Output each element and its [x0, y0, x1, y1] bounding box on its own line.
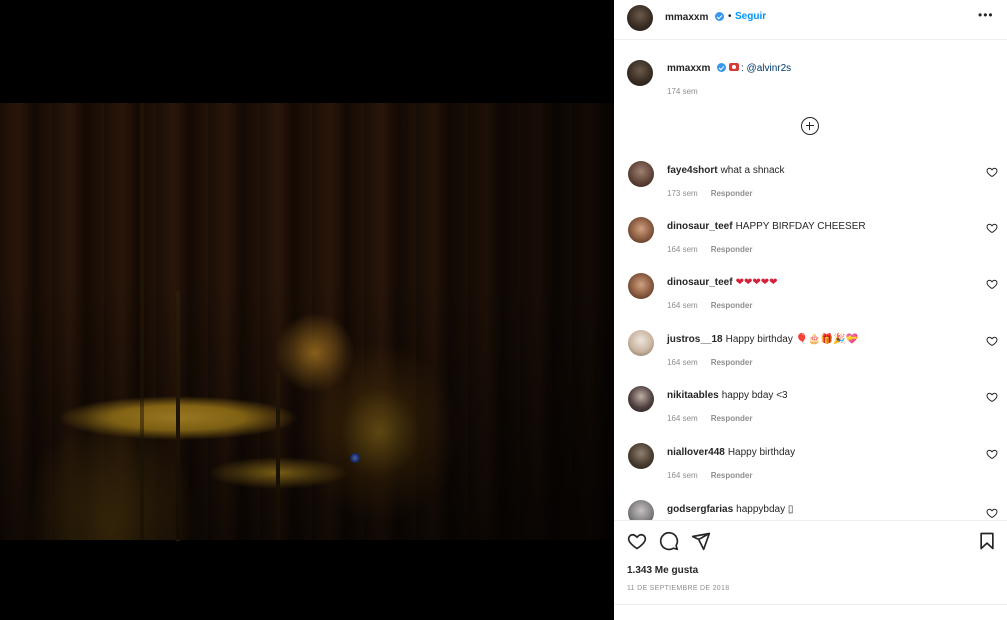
- commenter-avatar[interactable]: [628, 500, 654, 520]
- commenter-username[interactable]: nikitaables: [667, 390, 719, 401]
- post-photo: [0, 103, 614, 541]
- commenter-avatar[interactable]: [628, 161, 654, 187]
- comment-text: happybday ▯: [736, 504, 794, 515]
- like-heart-icon[interactable]: [627, 531, 647, 551]
- commenter-username[interactable]: dinosaur_teef: [667, 221, 733, 232]
- commenter-username[interactable]: niallover448: [667, 447, 725, 458]
- add-circle-icon[interactable]: [801, 117, 819, 135]
- separator-dot: •: [728, 11, 732, 22]
- comment-text: ❤❤❤❤❤: [735, 277, 778, 288]
- camera-emoji-icon: [729, 63, 739, 71]
- heart-icon[interactable]: [986, 335, 998, 347]
- comment-text: Happy birthday 🎈🎂🎁🎉💝: [725, 334, 858, 345]
- reply-button[interactable]: Responder: [711, 189, 753, 198]
- more-icon[interactable]: •••: [978, 8, 994, 22]
- post-side-panel: mmaxxm • Seguir ••• mmaxxm : @alvinr2s 1…: [614, 0, 1007, 620]
- post-header: mmaxxm • Seguir •••: [614, 0, 1007, 40]
- comment-item: godsergfarias happybday ▯: [614, 500, 1007, 520]
- commenter-avatar[interactable]: [628, 273, 654, 299]
- comment-text: what a shnack: [720, 165, 785, 176]
- comment-time[interactable]: 164 sem: [667, 301, 698, 310]
- heart-icon[interactable]: [986, 278, 998, 290]
- comment-text: Happy birthday: [727, 447, 796, 458]
- heart-icon[interactable]: [986, 391, 998, 403]
- caption-time[interactable]: 174 sem: [667, 87, 698, 96]
- comment-item: dinosaur_teef HAPPY BIRFDAY CHEESER 164 s…: [614, 217, 1007, 273]
- heart-icon[interactable]: [986, 222, 998, 234]
- heart-icon[interactable]: [986, 166, 998, 178]
- share-icon[interactable]: [691, 531, 711, 551]
- verified-icon: [715, 12, 724, 21]
- comment-time[interactable]: 164 sem: [667, 414, 698, 423]
- comment-time[interactable]: 173 sem: [667, 189, 698, 198]
- comment-item: nikitaables happy bday <3 164 sem Responde…: [614, 386, 1007, 442]
- comment-item: faye4short what a shnack 173 sem Responder: [614, 161, 1007, 217]
- reply-button[interactable]: Responder: [711, 301, 753, 310]
- commenter-username[interactable]: justros__18: [667, 334, 723, 345]
- caption-text[interactable]: : @alvinr2s: [741, 63, 791, 74]
- reply-button[interactable]: Responder: [711, 414, 753, 423]
- comment-text: happy bday <3: [721, 390, 788, 401]
- commenter-username[interactable]: godsergfarias: [667, 504, 733, 515]
- comment-item: niallover448 Happy birthday 164 sem Respon…: [614, 443, 1007, 499]
- comment-icon[interactable]: [659, 531, 679, 551]
- caption-username[interactable]: mmaxxm: [667, 63, 710, 74]
- verified-icon: [717, 63, 726, 72]
- heart-icon[interactable]: [986, 507, 998, 519]
- comment-time[interactable]: 164 sem: [667, 471, 698, 480]
- likes-count[interactable]: 1.343 Me gusta: [627, 565, 698, 576]
- bookmark-icon[interactable]: [977, 531, 997, 551]
- comment-text: HAPPY BIRFDAY CHEESER: [735, 221, 866, 232]
- commenter-avatar[interactable]: [628, 330, 654, 356]
- reply-button[interactable]: Responder: [711, 245, 753, 254]
- author-avatar[interactable]: [627, 5, 653, 31]
- commenter-avatar[interactable]: [628, 217, 654, 243]
- post-media[interactable]: [0, 0, 614, 620]
- comment-item: justros__18 Happy birthday 🎈🎂🎁🎉💝 164 sem R…: [614, 330, 1007, 386]
- commenter-avatar[interactable]: [628, 386, 654, 412]
- reply-button[interactable]: Responder: [711, 358, 753, 367]
- comment-item: dinosaur_teef ❤❤❤❤❤ 164 sem Responder: [614, 273, 1007, 329]
- commenter-username[interactable]: faye4short: [667, 165, 718, 176]
- comment-time[interactable]: 164 sem: [667, 245, 698, 254]
- footer-divider: [614, 604, 1007, 605]
- reply-button[interactable]: Responder: [711, 471, 753, 480]
- follow-button[interactable]: Seguir: [735, 11, 766, 22]
- comment-time[interactable]: 164 sem: [667, 358, 698, 367]
- commenter-avatar[interactable]: [628, 443, 654, 469]
- commenter-username[interactable]: dinosaur_teef: [667, 277, 733, 288]
- post-date[interactable]: 11 DE SEPTIEMBRE DE 2018: [627, 585, 729, 592]
- author-username[interactable]: mmaxxm: [665, 12, 708, 23]
- caption-avatar[interactable]: [627, 60, 653, 86]
- heart-icon[interactable]: [986, 448, 998, 460]
- actions-divider: [614, 520, 1007, 521]
